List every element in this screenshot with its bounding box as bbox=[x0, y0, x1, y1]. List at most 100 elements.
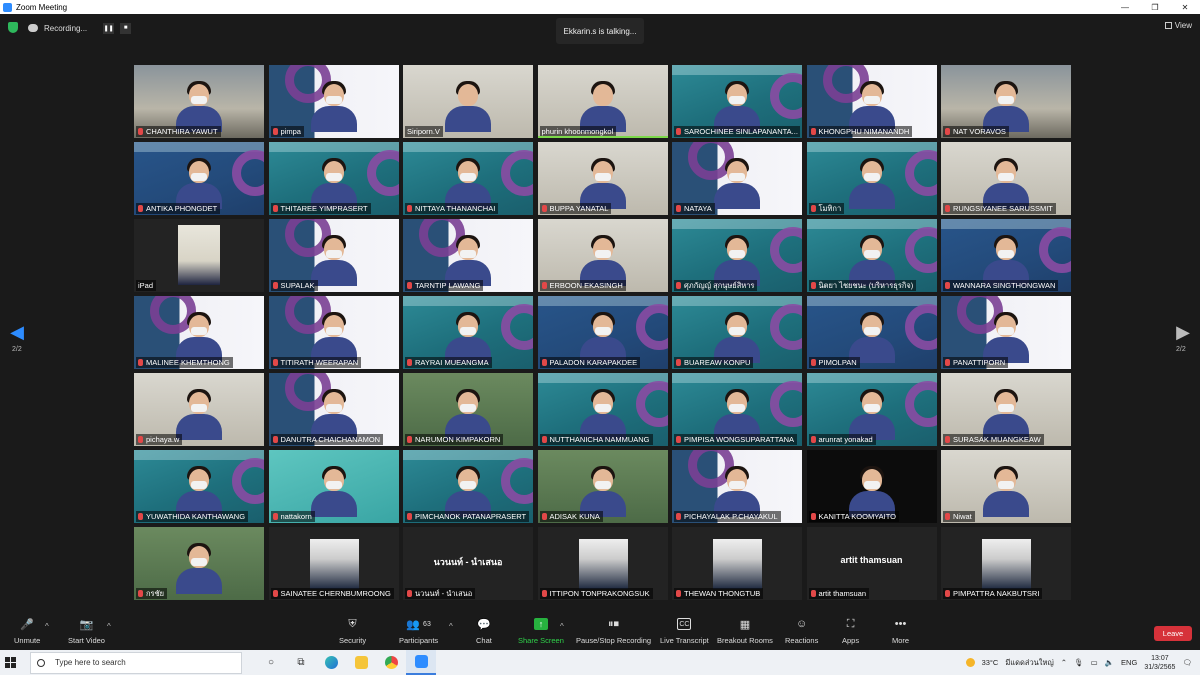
participant-tile[interactable]: โมทิกา bbox=[806, 142, 937, 215]
participant-tile[interactable]: NITTAYA THANANCHAI bbox=[403, 142, 533, 215]
participant-tile[interactable]: PIMPATTRA NAKBUTSRI bbox=[941, 527, 1071, 600]
participants-button[interactable]: 👥 63 Participants bbox=[399, 618, 438, 646]
cortana-icon[interactable]: ○ bbox=[256, 650, 286, 675]
participant-name-label: THEWAN THONGTUB bbox=[674, 588, 764, 599]
participant-video bbox=[310, 235, 357, 286]
participant-tile[interactable]: BUPPA YANATAL bbox=[537, 142, 668, 215]
participant-tile[interactable]: PANATTIPORN bbox=[941, 296, 1071, 369]
participant-tile[interactable]: DANUTRA CHAICHANAMON bbox=[268, 373, 399, 446]
participant-tile[interactable]: KANITTA KOOMYAITO bbox=[806, 450, 937, 523]
participant-tile[interactable]: pimpa bbox=[268, 65, 399, 138]
participant-tile[interactable]: phurin khoonmongkol bbox=[537, 65, 668, 138]
decorative-ring bbox=[1039, 227, 1071, 273]
more-button[interactable]: ••• More bbox=[892, 618, 909, 645]
pause-stop-recording-button[interactable]: ⏸⏹ Pause/Stop Recording bbox=[576, 618, 651, 646]
breakout-rooms-button[interactable]: ▦ Breakout Rooms bbox=[717, 618, 773, 646]
audio-options-caret[interactable]: ^ bbox=[45, 622, 49, 631]
view-button[interactable]: View bbox=[1164, 21, 1192, 30]
chevron-up-icon[interactable]: ⌃ bbox=[1061, 658, 1067, 667]
notification-icon[interactable]: 🗨 bbox=[1182, 658, 1192, 667]
participant-name-label: PIMCHANOK PATANAPRASERT bbox=[405, 511, 530, 522]
minimize-button[interactable]: — bbox=[1110, 0, 1140, 14]
microphone-icon[interactable]: 🎙 bbox=[1074, 658, 1084, 667]
participant-tile[interactable]: TITIRATH WEERAPAN bbox=[268, 296, 399, 369]
slide-header bbox=[403, 142, 533, 152]
close-button[interactable]: ✕ bbox=[1170, 0, 1200, 14]
participant-tile[interactable]: MALINEE KHEMTHONG bbox=[134, 296, 264, 369]
shield-icon[interactable] bbox=[8, 22, 18, 33]
security-button[interactable]: ⛨ Security bbox=[339, 618, 366, 646]
prev-page-arrow[interactable]: ◀ bbox=[10, 320, 24, 344]
start-button[interactable] bbox=[0, 650, 20, 675]
participant-tile[interactable]: NUTTHANICHA NAMMUANG bbox=[537, 373, 668, 446]
maximize-button[interactable]: ❐ bbox=[1140, 0, 1170, 14]
participant-tile[interactable]: pichaya.w bbox=[134, 373, 264, 446]
participants-caret[interactable]: ^ bbox=[449, 622, 453, 631]
window-titlebar: Zoom Meeting — ❐ ✕ bbox=[0, 0, 1200, 14]
taskbar-search[interactable]: Type here to search bbox=[30, 651, 242, 674]
participant-tile[interactable]: นวนนท์ - นำเสนอ นวนนท์ - นำเสนอ bbox=[403, 527, 533, 600]
participant-tile[interactable]: SAINATEE CHERNBUMROONG bbox=[268, 527, 399, 600]
clock[interactable]: 13:07 31/3/2565 bbox=[1144, 654, 1175, 672]
participant-tile[interactable]: ADISAK KUNA bbox=[537, 450, 668, 523]
participant-name-label: PICHAYALAK P.CHAYAKUL bbox=[674, 511, 781, 522]
participant-tile[interactable]: Siriporn.V bbox=[403, 65, 533, 138]
edge-icon[interactable] bbox=[316, 650, 346, 675]
participant-tile[interactable]: THITAREE YIMPRASERT bbox=[268, 142, 399, 215]
participant-tile[interactable]: NARUMON KIMPAKORN bbox=[403, 373, 533, 446]
participant-tile[interactable]: SUPALAK bbox=[268, 219, 399, 292]
mic-muted-icon bbox=[945, 436, 950, 443]
participant-tile[interactable]: ANTIKA PHONGDET bbox=[134, 142, 264, 215]
participant-tile[interactable]: THEWAN THONGTUB bbox=[672, 527, 802, 600]
leave-button[interactable]: Leave bbox=[1154, 626, 1192, 641]
reactions-button[interactable]: ☺ Reactions bbox=[785, 618, 818, 645]
apps-button[interactable]: ⛶ Apps bbox=[842, 618, 859, 646]
slide-header bbox=[134, 450, 264, 460]
next-page-arrow[interactable]: ▶ bbox=[1176, 320, 1190, 344]
live-transcript-button[interactable]: CC Live Transcript bbox=[660, 618, 709, 645]
participant-tile[interactable]: Niwat bbox=[941, 450, 1071, 523]
window-controls: — ❐ ✕ bbox=[1110, 0, 1200, 14]
participant-tile[interactable]: ERBOON EKASINGH bbox=[537, 219, 668, 292]
participant-tile[interactable]: CHANTHIRA YAWUT bbox=[134, 65, 264, 138]
stop-recording-button[interactable]: ■ bbox=[120, 22, 132, 34]
participant-tile[interactable]: RUNGSIYANEE SARUSSMIT bbox=[941, 142, 1071, 215]
participant-tile[interactable]: PICHAYALAK P.CHAYAKUL bbox=[672, 450, 802, 523]
participant-tile[interactable]: PIMPISA WONGSUPARATTANA bbox=[672, 373, 802, 446]
network-icon[interactable]: ▭ bbox=[1091, 658, 1098, 667]
participant-tile[interactable]: RAYRAI MUEANGMA bbox=[403, 296, 533, 369]
participant-tile[interactable]: ศุภกัญญ์ สุกนุษย์สิหาร bbox=[672, 219, 802, 292]
participant-tile[interactable]: NAT VORAVOS bbox=[941, 65, 1071, 138]
participant-tile[interactable]: ITTIPON TONPRAKONGSUK bbox=[537, 527, 668, 600]
participant-tile[interactable]: PIMOLPAN bbox=[806, 296, 937, 369]
participant-tile[interactable]: BUAREAW KONPU bbox=[672, 296, 802, 369]
participant-tile[interactable]: TARNTIP LAWANG bbox=[403, 219, 533, 292]
zoom-taskbar-icon[interactable] bbox=[406, 650, 436, 675]
video-options-caret[interactable]: ^ bbox=[107, 622, 111, 631]
share-options-caret[interactable]: ^ bbox=[560, 622, 564, 631]
language-indicator[interactable]: ENG bbox=[1121, 658, 1137, 667]
participant-tile[interactable]: KHONGPHU NIMANANDH bbox=[806, 65, 937, 138]
volume-icon[interactable]: 🔈 bbox=[1105, 658, 1114, 667]
task-view-icon[interactable]: ⧉ bbox=[286, 650, 316, 675]
participant-tile[interactable]: PIMCHANOK PATANAPRASERT bbox=[403, 450, 533, 523]
participant-tile[interactable]: PALADON KARAPAKDEE bbox=[537, 296, 668, 369]
file-explorer-icon[interactable] bbox=[346, 650, 376, 675]
participant-tile[interactable]: arunrat yonakad bbox=[806, 373, 937, 446]
participant-tile[interactable]: iPad bbox=[134, 219, 264, 292]
start-video-button[interactable]: 📷 Start Video bbox=[68, 618, 105, 646]
unmute-button[interactable]: 🎤 Unmute bbox=[14, 618, 40, 646]
participant-tile[interactable]: SURASAK MUANGKEAW bbox=[941, 373, 1071, 446]
chat-button[interactable]: 💬 Chat bbox=[476, 618, 492, 646]
participant-tile[interactable]: NATAYA bbox=[672, 142, 802, 215]
participant-tile[interactable]: นิตยา ไชยชนะ (บริหารธุรกิจ) bbox=[806, 219, 937, 292]
chrome-icon[interactable] bbox=[376, 650, 406, 675]
pause-recording-button[interactable]: ❚❚ bbox=[103, 22, 115, 34]
share-screen-button[interactable]: ↑ Share Screen bbox=[518, 618, 564, 645]
participant-tile[interactable]: YUWATHIDA KANTHAWANG bbox=[134, 450, 264, 523]
participant-tile[interactable]: WANNARA SINGTHONGWAN bbox=[941, 219, 1071, 292]
participant-tile[interactable]: กรชัย bbox=[134, 527, 264, 600]
participant-tile[interactable]: artit thamsuan artit thamsuan bbox=[806, 527, 937, 600]
participant-tile[interactable]: nattakorn bbox=[268, 450, 399, 523]
participant-tile[interactable]: SAROCHINEE SINLAPANANTA... bbox=[672, 65, 802, 138]
